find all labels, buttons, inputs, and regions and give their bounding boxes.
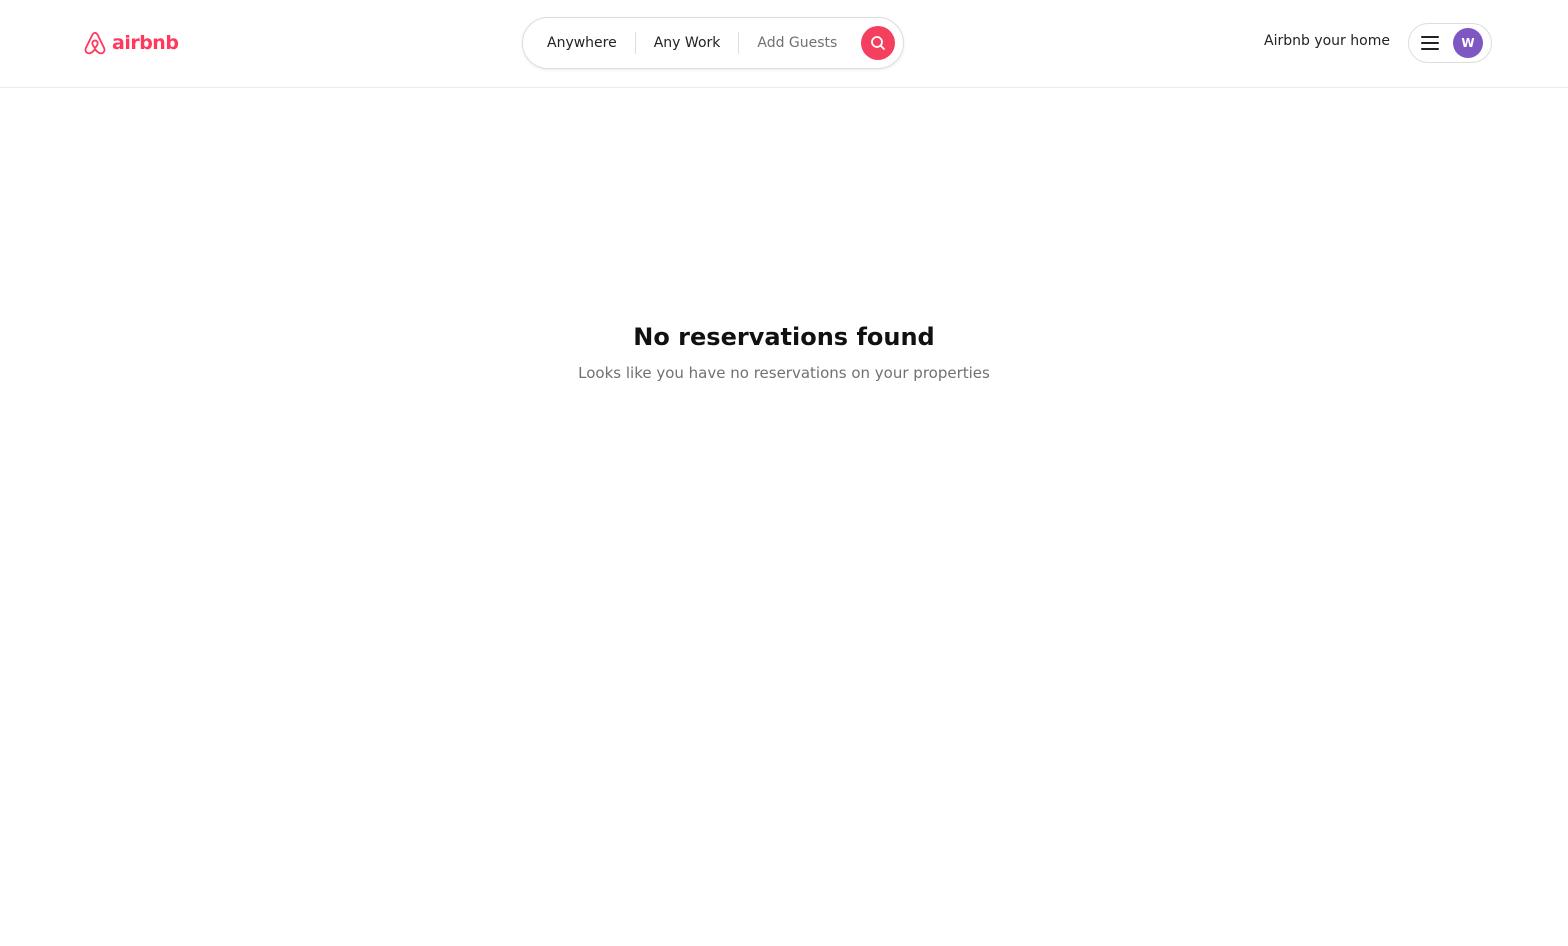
empty-state: No reservations found Looks like you hav… [0, 320, 1568, 384]
top-navbar: airbnb Anywhere Any Work Add Guests Airb… [0, 0, 1568, 88]
search-icon [870, 35, 886, 51]
airbnb-belo-icon [82, 29, 108, 57]
hamburger-menu-icon [1421, 36, 1439, 50]
airbnb-logo[interactable]: airbnb [82, 28, 179, 58]
airbnb-your-home-link[interactable]: Airbnb your home [1264, 33, 1390, 49]
location-filter[interactable]: Anywhere [529, 35, 635, 51]
search-bar[interactable]: Anywhere Any Work Add Guests [522, 17, 904, 69]
empty-state-subtitle: Looks like you have no reservations on y… [578, 364, 990, 382]
work-filter[interactable]: Any Work [636, 35, 739, 51]
avatar: W [1453, 28, 1483, 58]
airbnb-wordmark: airbnb [112, 32, 179, 54]
empty-state-title: No reservations found [633, 323, 935, 351]
user-menu-button[interactable]: W [1408, 23, 1492, 63]
search-button[interactable] [861, 26, 895, 60]
guests-filter[interactable]: Add Guests [739, 35, 855, 51]
